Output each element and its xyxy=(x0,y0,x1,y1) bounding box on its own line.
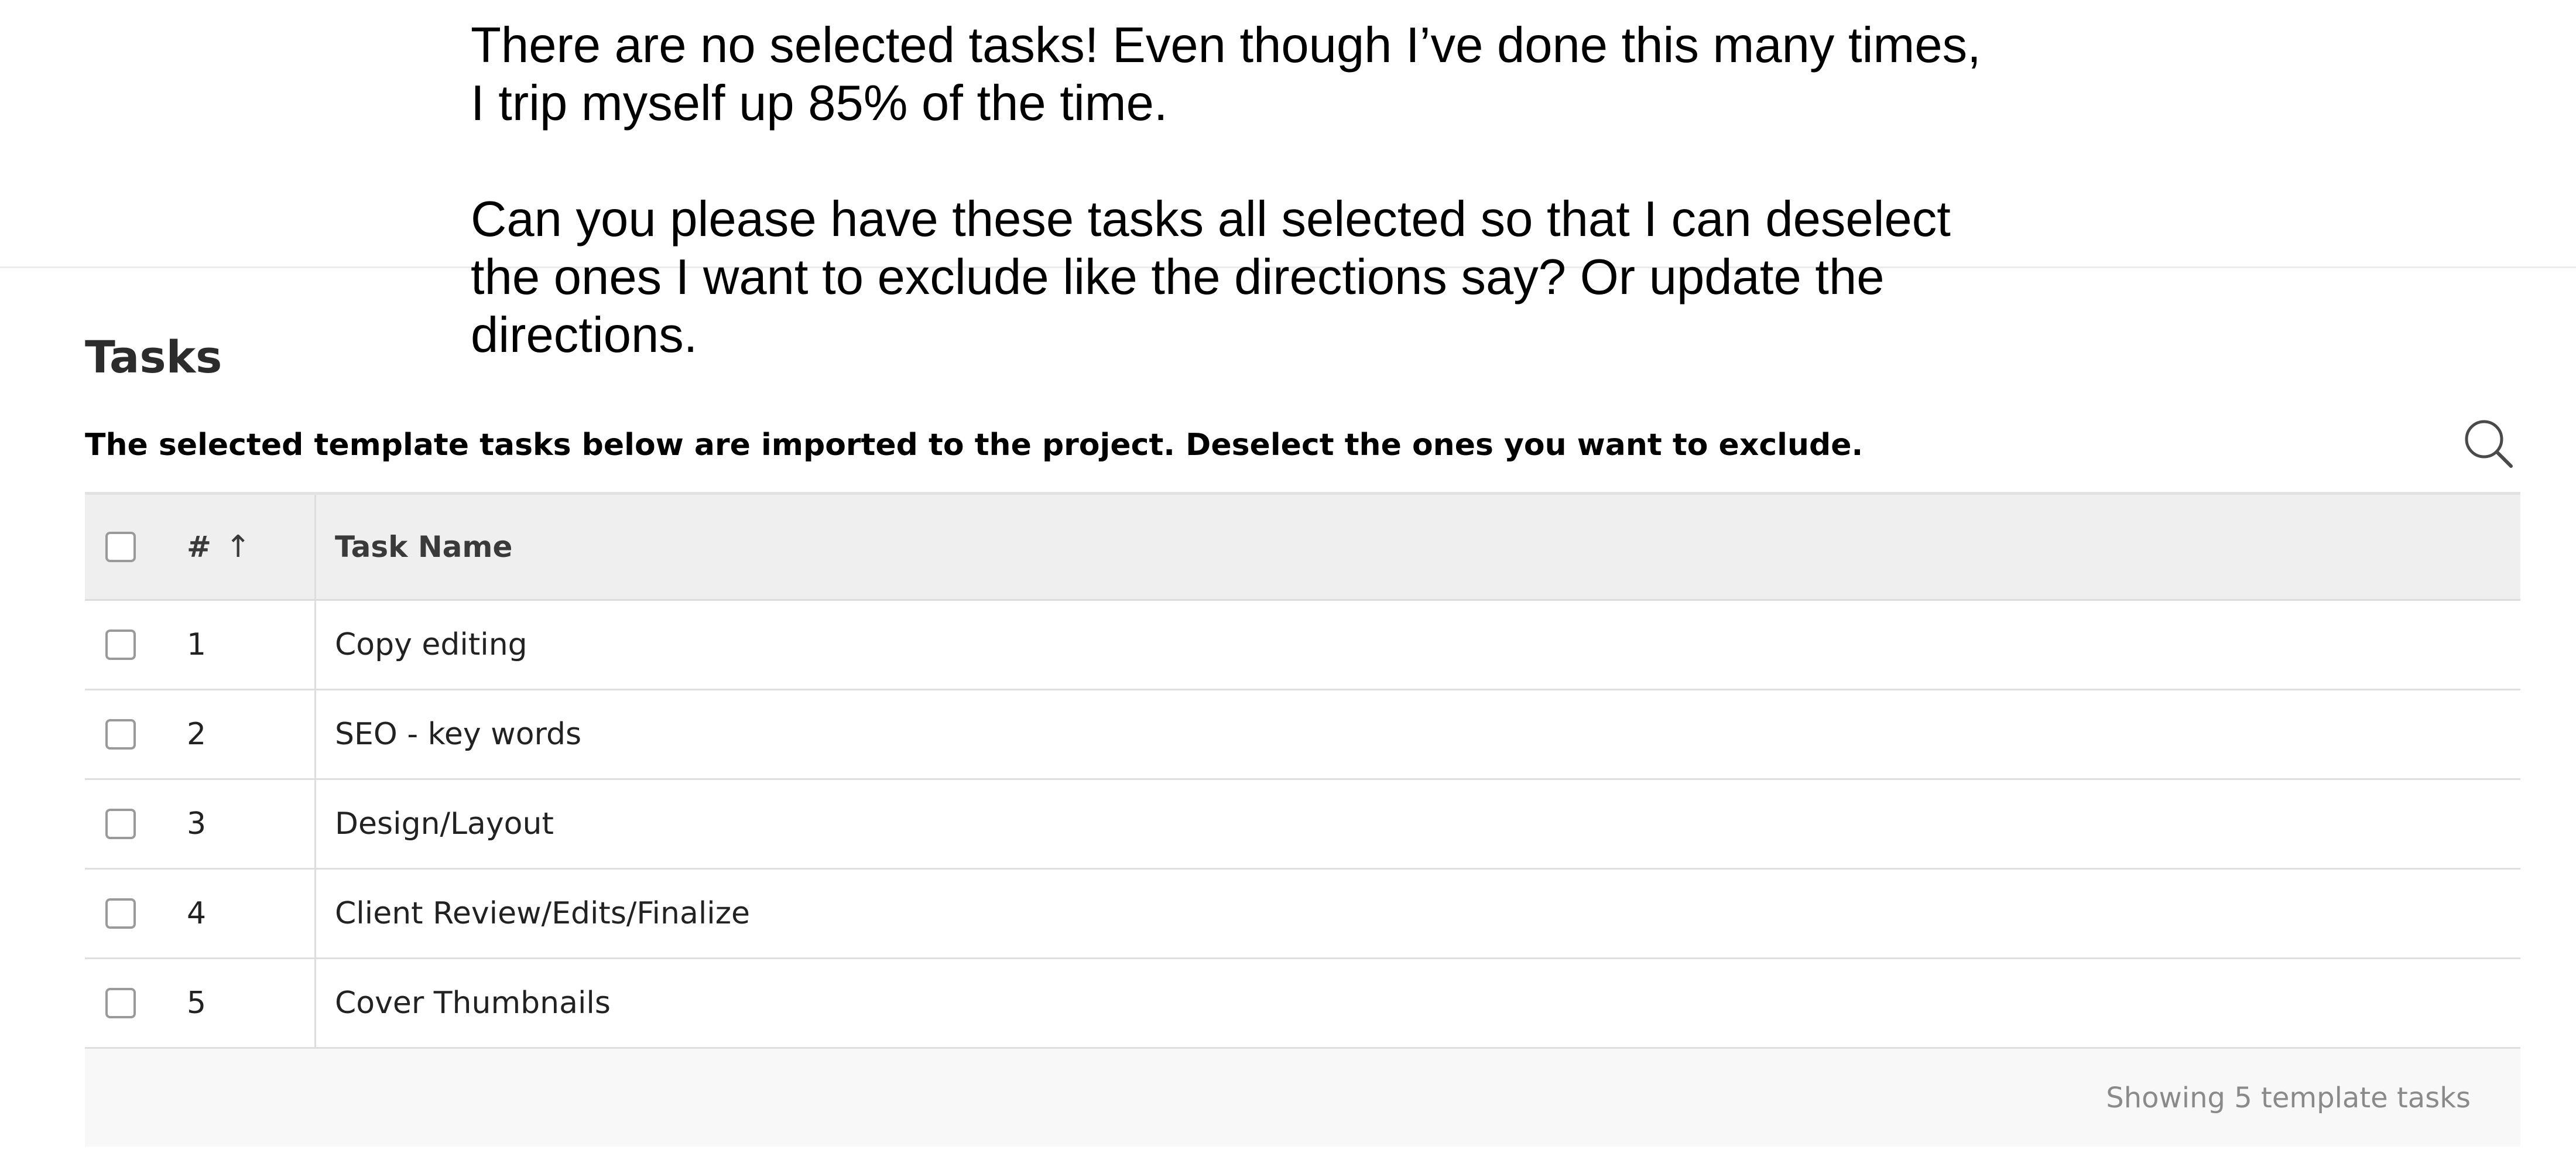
column-header-number[interactable]: # ↑ xyxy=(150,495,316,599)
row-checkbox[interactable] xyxy=(105,630,136,660)
task-name: Client Review/Edits/Finalize xyxy=(335,896,751,931)
select-all-cell xyxy=(85,532,150,562)
row-checkbox[interactable] xyxy=(105,809,136,839)
sort-ascending-icon[interactable]: ↑ xyxy=(225,529,251,565)
task-number: 3 xyxy=(150,780,316,868)
table-row[interactable]: 2 SEO - key words xyxy=(85,690,2520,780)
instructions-part-1: The xyxy=(85,427,159,463)
task-name: Cover Thumbnails xyxy=(335,986,611,1021)
note-paragraph-1: There are no selected tasks! Even though… xyxy=(471,18,1981,131)
highlighted-phrase-deselect: Deselect the ones you want to exclude xyxy=(1186,427,1852,463)
task-name: Copy editing xyxy=(335,627,527,662)
annotation-note: There are no selected tasks! Even though… xyxy=(471,16,2051,364)
highlighted-phrase-selected: selected template tasks below xyxy=(158,427,684,463)
note-paragraph-2: Can you please have these tasks all sele… xyxy=(471,191,1951,363)
task-name: Design/Layout xyxy=(335,806,554,841)
table-row[interactable]: 1 Copy editing xyxy=(85,601,2520,690)
table-row[interactable]: 4 Client Review/Edits/Finalize xyxy=(85,870,2520,959)
instructions-part-2: are imported to the project. xyxy=(683,427,1186,463)
table-footer: Showing 5 template tasks xyxy=(85,1049,2520,1147)
task-count-label: Showing 5 template tasks xyxy=(2106,1081,2471,1114)
search-icon xyxy=(2465,420,2513,468)
task-number: 2 xyxy=(150,690,316,778)
table-row[interactable]: 3 Design/Layout xyxy=(85,780,2520,870)
instructions-text: The selected template tasks below are im… xyxy=(85,425,1863,466)
task-name: SEO - key words xyxy=(335,717,582,752)
table-header: # ↑ Task Name xyxy=(85,492,2520,601)
select-all-checkbox[interactable] xyxy=(105,532,136,562)
table-row[interactable]: 5 Cover Thumbnails xyxy=(85,959,2520,1049)
instructions-part-3: . xyxy=(1851,427,1864,463)
row-checkbox[interactable] xyxy=(105,988,136,1018)
search-button[interactable] xyxy=(2462,417,2515,470)
row-checkbox[interactable] xyxy=(105,719,136,750)
task-number: 5 xyxy=(150,959,316,1047)
task-number: 4 xyxy=(150,870,316,957)
tasks-table: # ↑ Task Name 1 Copy editing 2 SEO - key… xyxy=(85,492,2520,1147)
column-header-task-name[interactable]: Task Name xyxy=(316,530,512,564)
task-number: 1 xyxy=(150,601,316,689)
column-header-number-label: # xyxy=(187,530,211,564)
row-checkbox[interactable] xyxy=(105,898,136,929)
page-title: Tasks xyxy=(85,331,222,383)
